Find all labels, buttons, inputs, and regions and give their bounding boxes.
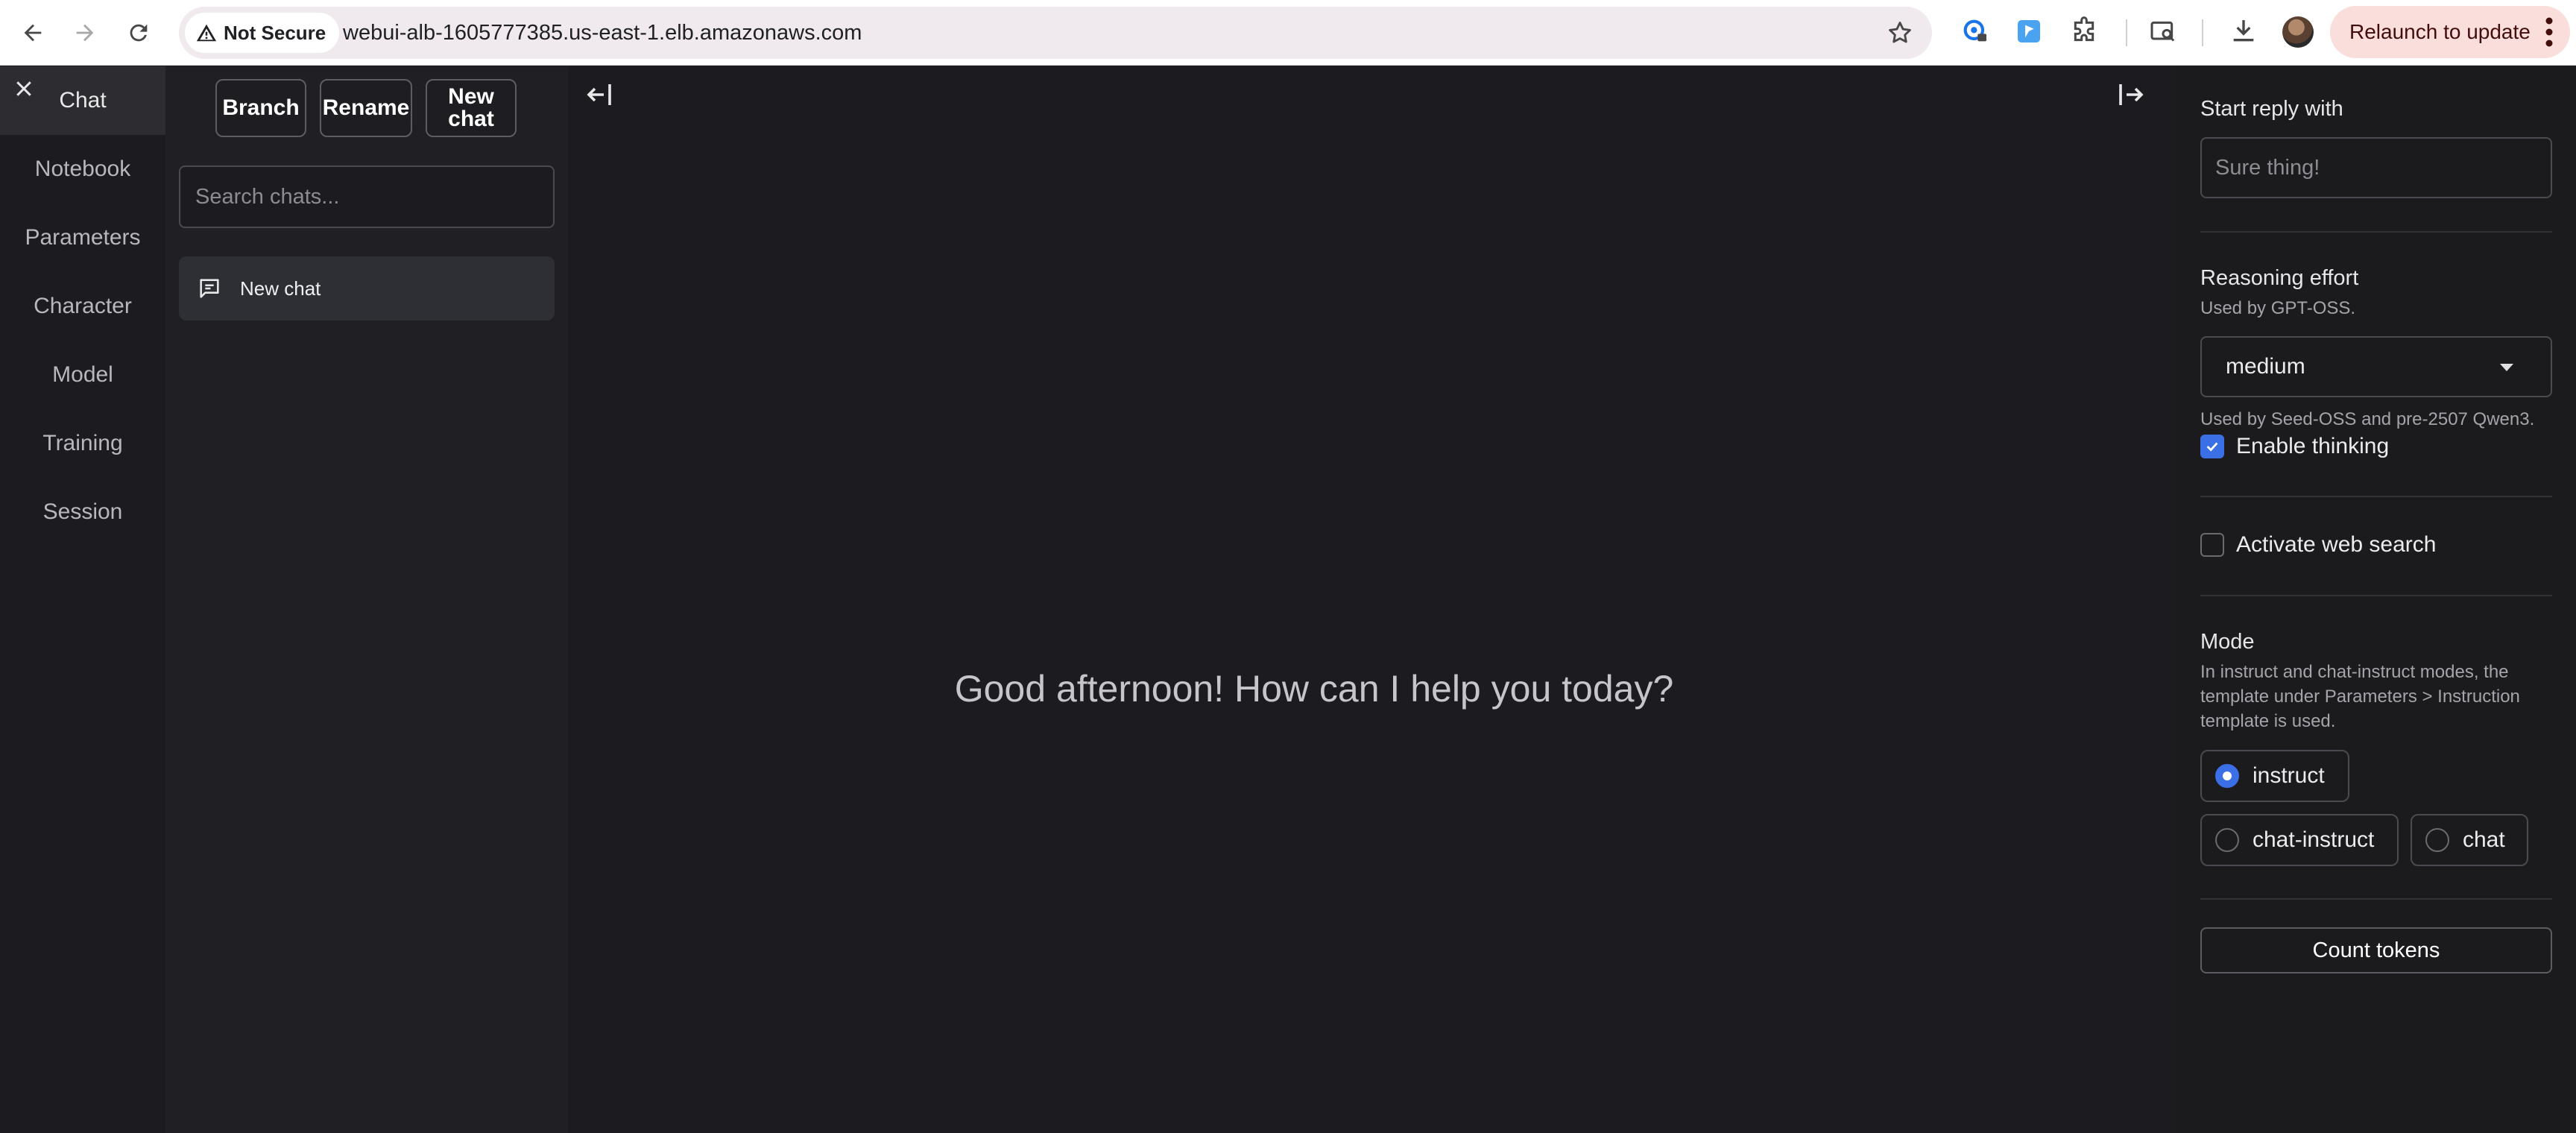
warning-icon: [196, 24, 217, 42]
reasoning-effort-help: Used by GPT-OSS.: [2200, 298, 2356, 318]
chevron-down-icon: [2500, 364, 2513, 371]
security-chip[interactable]: Not Secure: [185, 13, 340, 53]
url-text[interactable]: webui-alb-1605777385.us-east-1.elb.amazo…: [343, 7, 862, 59]
tab-search-icon[interactable]: [2147, 15, 2179, 48]
nav-item-label: Session: [42, 499, 123, 524]
nav-item-label: Notebook: [34, 157, 131, 181]
back-icon[interactable]: [13, 13, 52, 52]
nav-item-label: Parameters: [25, 225, 141, 250]
nav-item-parameters[interactable]: Parameters: [0, 203, 165, 272]
main-nav: Chat Notebook Parameters Character Model…: [0, 66, 165, 1133]
reasoning-effort-label: Reasoning effort: [2200, 266, 2359, 290]
download-icon[interactable]: [2227, 15, 2260, 48]
mode-option-instruct[interactable]: instruct: [2200, 750, 2349, 802]
divider: [2200, 231, 2552, 233]
close-icon[interactable]: [7, 72, 40, 105]
nav-item-training[interactable]: Training: [0, 409, 165, 478]
reasoning-effort-select[interactable]: medium: [2200, 336, 2552, 397]
collapse-left-icon[interactable]: [583, 77, 619, 113]
relaunch-button[interactable]: Relaunch to update: [2330, 6, 2570, 58]
web-search-row[interactable]: Activate web search: [2200, 532, 2436, 558]
radio-unselected: [2215, 828, 2239, 852]
more-icon: [2545, 17, 2553, 47]
mode-help: In instruct and chat-instruct modes, the…: [2200, 662, 2520, 731]
address-bar[interactable]: Not Secure webui-alb-1605777385.us-east-…: [179, 7, 1932, 59]
toolbar-divider: [2202, 19, 2203, 46]
collapse-right-icon[interactable]: [2112, 77, 2147, 113]
reasoning-effort-value: medium: [2226, 354, 2305, 379]
web-search-checkbox[interactable]: [2200, 533, 2224, 557]
chat-title: New chat: [240, 277, 321, 300]
nav-item-session[interactable]: Session: [0, 478, 165, 546]
radio-selected: [2215, 764, 2239, 788]
check-icon: [2206, 442, 2218, 452]
nav-item-character[interactable]: Character: [0, 272, 165, 341]
branch-button[interactable]: Branch: [215, 79, 306, 137]
avatar[interactable]: [2282, 16, 2314, 48]
enable-thinking-label: Enable thinking: [2236, 434, 2390, 458]
enable-thinking-row[interactable]: Enable thinking: [2200, 434, 2389, 459]
mode-label: Mode: [2200, 630, 2255, 654]
count-tokens-label: Count tokens: [2312, 938, 2440, 962]
browser-toolbar: Not Secure webui-alb-1605777385.us-east-…: [0, 0, 2576, 66]
enable-thinking-checkbox[interactable]: [2200, 435, 2224, 458]
divider: [2200, 898, 2552, 900]
nav-item-label: Character: [34, 294, 132, 318]
mode-option-label: chat-instruct: [2253, 827, 2375, 852]
nav-item-label: Model: [52, 362, 113, 387]
chat-list-item[interactable]: New chat: [179, 256, 555, 321]
nav-item-label: Training: [42, 431, 123, 455]
start-reply-input[interactable]: [2200, 137, 2552, 198]
thinking-help: Used by Seed-OSS and pre-2507 Qwen3.: [2200, 409, 2535, 429]
star-icon[interactable]: [1886, 19, 1914, 47]
new-chat-label: New chat: [448, 84, 494, 131]
chat-list-panel: Branch Rename New chat New chat: [165, 66, 568, 1133]
radio-unselected: [2425, 828, 2449, 852]
start-reply-label: Start reply with: [2200, 97, 2343, 121]
new-chat-button[interactable]: New chat: [426, 79, 517, 137]
search-chats-input[interactable]: [179, 165, 555, 228]
nav-item-notebook[interactable]: Notebook: [0, 135, 165, 203]
security-label: Not Secure: [224, 21, 326, 44]
relaunch-label: Relaunch to update: [2349, 20, 2531, 43]
password-manager-icon[interactable]: [1959, 15, 1992, 48]
count-tokens-button[interactable]: Count tokens: [2200, 927, 2552, 973]
chat-main: Good afternoon! How can I help you today…: [568, 66, 2178, 1133]
mode-option-chat-instruct[interactable]: chat-instruct: [2200, 814, 2399, 866]
divider: [2200, 496, 2552, 497]
rename-button[interactable]: Rename: [320, 79, 412, 137]
settings-panel: Start reply with Reasoning effort Used b…: [2178, 66, 2576, 1133]
mode-option-label: instruct: [2253, 763, 2325, 788]
web-search-label: Activate web search: [2236, 532, 2437, 557]
rename-label: Rename: [322, 95, 410, 120]
extension-icon[interactable]: [2012, 15, 2045, 48]
toolbar-divider: [2126, 19, 2127, 46]
branch-label: Branch: [222, 95, 300, 120]
puzzle-icon[interactable]: [2068, 15, 2100, 48]
reload-icon[interactable]: [119, 13, 158, 52]
divider: [2200, 595, 2552, 596]
nav-item-label: Chat: [59, 88, 107, 113]
webui-app: Chat Notebook Parameters Character Model…: [0, 66, 2576, 1133]
nav-item-model[interactable]: Model: [0, 341, 165, 409]
greeting-text: Good afternoon! How can I help you today…: [954, 668, 1674, 710]
chat-bubble-icon: [200, 279, 219, 298]
mode-option-label: chat: [2463, 827, 2505, 852]
mode-option-chat[interactable]: chat: [2411, 814, 2528, 866]
forward-icon[interactable]: [66, 13, 104, 52]
